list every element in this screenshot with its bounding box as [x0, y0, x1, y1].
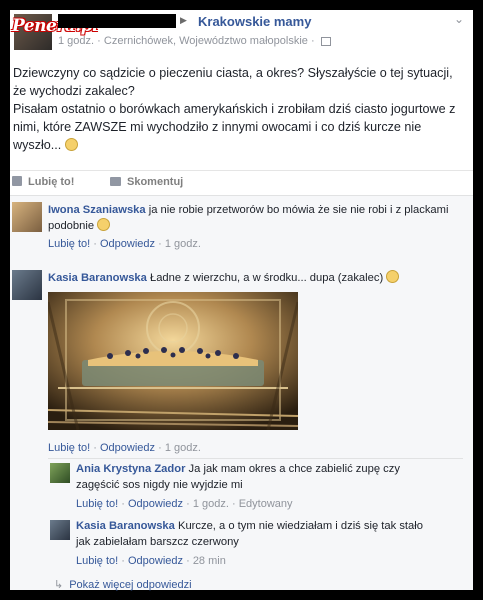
comment-author[interactable]: Iwona Szaniawska — [48, 204, 146, 216]
comment-label: Skomentuj — [127, 176, 184, 188]
reply-reply-link[interactable]: Odpowiedz — [128, 498, 183, 510]
comment-time[interactable]: 1 godz. — [165, 442, 201, 454]
comment-text: Iwona Szaniawska ja nie robie przetworów… — [48, 202, 458, 234]
reply-text: Ania Krystyna Zador Ja jak mam okres a c… — [76, 461, 426, 493]
reply-meta: Lubię to! · Odpowiedz · 1 godz. · Edytow… — [76, 498, 293, 510]
reply-like-link[interactable]: Lubię to! — [76, 498, 118, 510]
post-actions: Lubię to! Skomentuj — [10, 170, 473, 192]
like-button[interactable]: Lubię to! — [12, 176, 74, 188]
comment-meta: Lubię to! · Odpowiedz · 1 godz. — [48, 442, 201, 454]
comment-photo-cake-in-oven[interactable] — [48, 292, 298, 430]
thumbs-up-icon — [12, 176, 22, 186]
comment-like-link[interactable]: Lubię to! — [48, 238, 90, 250]
reply-meta: Lubię to! · Odpowiedz · 28 min — [76, 555, 226, 567]
comment-body: Ładne z wierzchu, a w środku... dupa (za… — [149, 272, 384, 284]
arrow-right-icon: ▶ — [180, 15, 187, 25]
reply-time[interactable]: 28 min — [193, 555, 226, 567]
post-text-line2: Pisałam ostatnio o borówkach amerykański… — [13, 102, 456, 152]
reply-author[interactable]: Kasia Baranowska — [76, 520, 175, 532]
post-location[interactable]: Czernichówek, Województwo małopolskie — [104, 35, 308, 47]
post-time[interactable]: 1 godz. — [58, 35, 94, 47]
comment-time[interactable]: 1 godz. — [165, 238, 201, 250]
reply-reply-link[interactable]: Odpowiedz — [128, 555, 183, 567]
comment-reply-link[interactable]: Odpowiedz — [100, 238, 155, 250]
reply-avatar[interactable] — [50, 463, 70, 483]
comment-avatar[interactable] — [12, 202, 42, 232]
privacy-icon[interactable] — [320, 36, 331, 46]
post-text-line1: Dziewczyny co sądzicie o pieczeniu ciast… — [13, 66, 453, 98]
reply-author[interactable]: Ania Krystyna Zador — [76, 463, 185, 475]
chevron-down-icon[interactable]: ⌄ — [454, 12, 464, 26]
group-name-link[interactable]: Krakowskie mamy — [198, 14, 311, 29]
comment-like-link[interactable]: Lubię to! — [48, 442, 90, 454]
comment-text: Kasia Baranowska Ładne z wierzchu, a w ś… — [48, 270, 458, 286]
redacted-author-name — [58, 14, 176, 28]
like-label: Lubię to! — [28, 176, 75, 188]
comments-section: Iwona Szaniawska ja nie robie przetworów… — [10, 195, 473, 591]
post-header: Penera.pl ▶ Krakowskie mamy ⌄ 1 godz. · … — [10, 10, 473, 58]
smiley-icon — [386, 270, 400, 283]
comment-avatar[interactable] — [12, 270, 42, 300]
reply-arrow-icon: ↳ — [54, 579, 64, 591]
comment-icon — [110, 177, 121, 186]
oven-photo-illustration — [48, 292, 298, 430]
comment-meta: Lubię to! · Odpowiedz · 1 godz. — [48, 238, 201, 250]
post-card: Penera.pl ▶ Krakowskie mamy ⌄ 1 godz. · … — [10, 10, 473, 591]
reply-like-link[interactable]: Lubię to! — [76, 555, 118, 567]
comment-author[interactable]: Kasia Baranowska — [48, 272, 147, 284]
post-meta: 1 godz. · Czernichówek, Województwo mało… — [58, 35, 331, 47]
replies-divider — [48, 458, 463, 459]
reply-edited-label[interactable]: Edytowany — [239, 498, 293, 510]
show-more-replies-link[interactable]: ↳ Pokaż więcej odpowiedzi — [54, 578, 192, 591]
show-more-replies-label: Pokaż więcej odpowiedzi — [69, 579, 192, 591]
comment-button[interactable]: Skomentuj — [110, 176, 183, 188]
smiley-icon — [97, 218, 111, 231]
smiley-icon — [64, 138, 78, 151]
reply-avatar[interactable] — [50, 520, 70, 540]
reply-time[interactable]: 1 godz. — [193, 498, 229, 510]
comment-reply-link[interactable]: Odpowiedz — [100, 442, 155, 454]
post-body: Dziewczyny co sądzicie o pieczeniu ciast… — [13, 64, 465, 154]
reply-text: Kasia Baranowska Kurcze, a o tym nie wie… — [76, 518, 426, 550]
